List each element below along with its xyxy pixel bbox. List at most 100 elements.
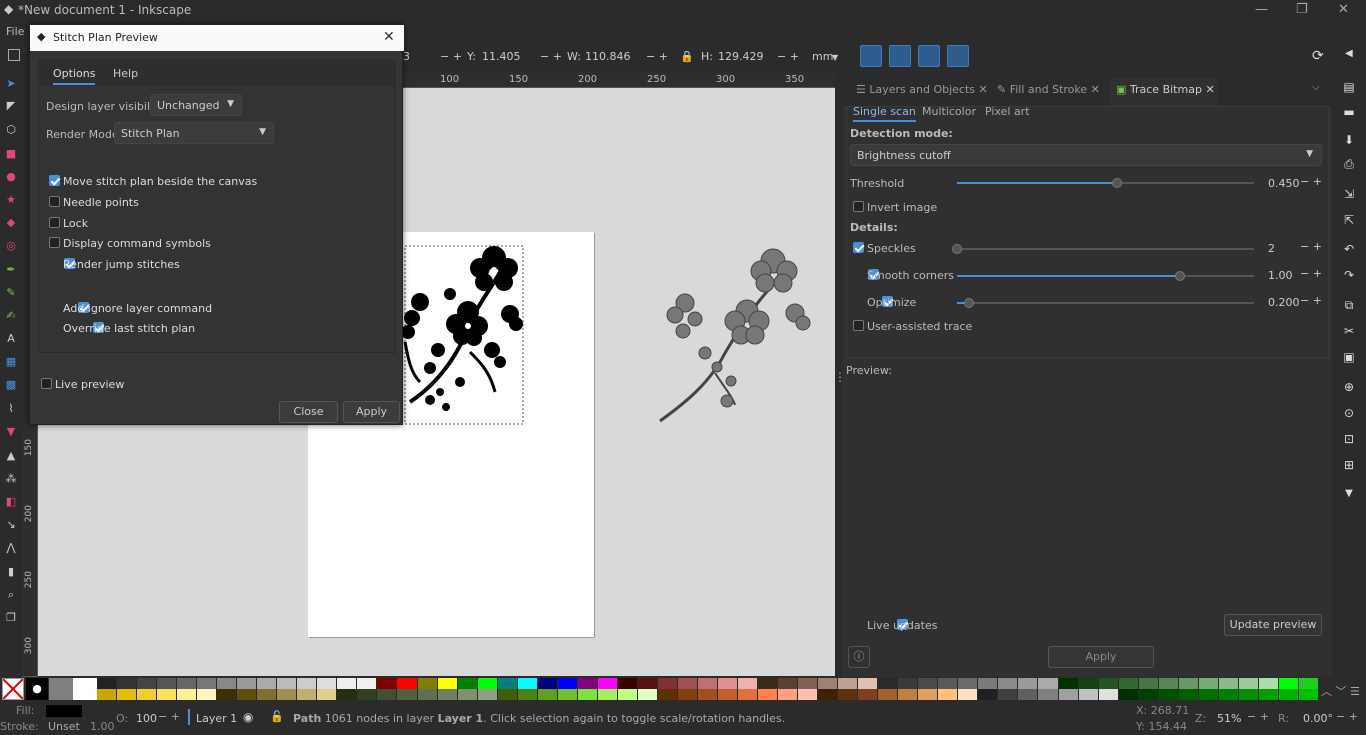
minimize-icon[interactable]: — <box>1255 2 1268 17</box>
color-swatch[interactable] <box>1158 689 1179 700</box>
color-swatch[interactable] <box>1198 689 1219 700</box>
gray-swatch[interactable] <box>49 678 73 700</box>
color-swatch[interactable] <box>1038 678 1059 689</box>
color-swatch[interactable] <box>978 678 999 689</box>
lock-layer-icon[interactable]: 🔓 <box>270 710 284 723</box>
color-swatch[interactable] <box>417 689 438 700</box>
measure-tool-icon[interactable]: ▮ <box>3 564 19 580</box>
color-swatch[interactable] <box>397 689 418 700</box>
color-swatch[interactable] <box>237 678 258 689</box>
lpe-tool-icon[interactable]: ⋀ <box>3 540 19 556</box>
slider-knob[interactable] <box>952 244 962 254</box>
color-swatch[interactable] <box>898 689 919 700</box>
needle-points-checkbox[interactable] <box>49 196 60 207</box>
color-swatch[interactable] <box>377 678 398 689</box>
rectangle-tool-icon[interactable]: ■ <box>3 146 19 162</box>
color-swatch[interactable] <box>477 678 498 689</box>
color-swatch[interactable] <box>277 689 298 700</box>
color-swatch[interactable] <box>657 678 678 689</box>
color-swatch[interactable] <box>137 678 158 689</box>
color-swatch[interactable] <box>1018 678 1039 689</box>
stroke-value[interactable]: Unset <box>48 720 80 733</box>
color-swatch[interactable] <box>117 689 138 700</box>
color-swatch[interactable] <box>838 689 859 700</box>
color-swatch[interactable] <box>998 678 1019 689</box>
rotation-input[interactable]: 0.00° <box>1303 712 1333 725</box>
menu-file[interactable]: File <box>6 25 24 38</box>
no-paint-swatch[interactable] <box>2 678 24 700</box>
color-swatch[interactable] <box>397 678 418 689</box>
lock-checkbox[interactable] <box>49 217 60 228</box>
h-stepper[interactable]: − + <box>777 50 799 63</box>
color-swatch[interactable] <box>257 689 278 700</box>
w-input[interactable]: 110.846 <box>585 50 631 63</box>
rotation-stepper[interactable]: − + <box>1336 710 1358 723</box>
color-swatch[interactable] <box>918 678 939 689</box>
color-swatch[interactable] <box>758 689 779 700</box>
y-stepper[interactable]: − + <box>540 50 562 63</box>
close-icon[interactable]: ✕ <box>383 29 395 45</box>
info-icon[interactable]: ⓘ <box>848 646 870 668</box>
black-swatch[interactable]: ● <box>26 678 48 700</box>
new-document-icon[interactable]: ▤ <box>1338 80 1360 100</box>
zoom-input[interactable]: 51% <box>1217 712 1241 725</box>
color-swatch[interactable] <box>697 689 718 700</box>
print-icon[interactable]: ⎙ <box>1338 157 1360 177</box>
design-layer-select[interactable]: Unchanged ▼ <box>150 94 242 116</box>
unit-select[interactable]: mm <box>812 50 833 63</box>
color-swatch[interactable] <box>197 689 218 700</box>
color-swatch[interactable] <box>617 689 638 700</box>
color-swatch[interactable] <box>177 678 198 689</box>
color-swatch[interactable] <box>1038 689 1059 700</box>
color-swatch[interactable] <box>577 689 598 700</box>
color-swatch[interactable] <box>1118 678 1139 689</box>
color-swatch[interactable] <box>978 689 999 700</box>
optimize-slider[interactable] <box>957 298 1254 308</box>
color-swatch[interactable] <box>1278 678 1299 689</box>
user-assisted-checkbox[interactable] <box>853 320 864 331</box>
color-swatch[interactable] <box>1258 689 1279 700</box>
current-layer[interactable]: Layer 1 <box>196 712 237 725</box>
threshold-slider[interactable] <box>957 178 1254 188</box>
color-swatch[interactable] <box>1058 678 1079 689</box>
color-swatch[interactable] <box>758 678 779 689</box>
maximize-icon[interactable]: ❐ <box>1296 2 1308 17</box>
color-swatch[interactable] <box>938 678 959 689</box>
color-swatch[interactable] <box>677 678 698 689</box>
eye-icon[interactable]: ◉ <box>243 710 253 724</box>
color-swatch[interactable] <box>818 689 839 700</box>
move-beside-checkbox[interactable] <box>49 175 60 186</box>
dock-menu-icon[interactable]: ⌵ <box>1312 82 1320 93</box>
mesh-tool-icon[interactable]: ▩ <box>3 377 19 393</box>
color-swatch[interactable] <box>317 678 338 689</box>
tab-options[interactable]: Options <box>53 67 96 85</box>
color-swatch[interactable] <box>1138 678 1159 689</box>
zoom-drawing-icon[interactable]: ⊙ <box>1338 406 1360 426</box>
color-swatch[interactable] <box>137 689 158 700</box>
color-swatch[interactable] <box>97 689 118 700</box>
color-swatch[interactable] <box>597 678 618 689</box>
color-swatch[interactable] <box>157 689 178 700</box>
3dbox-tool-icon[interactable]: ◆ <box>3 215 19 231</box>
color-swatch[interactable] <box>677 689 698 700</box>
x-value[interactable]: 3 <box>403 50 410 63</box>
color-swatch[interactable] <box>898 678 919 689</box>
color-swatch[interactable] <box>177 689 198 700</box>
color-swatch[interactable] <box>778 689 799 700</box>
render-mode-select[interactable]: Stitch Plan ▼ <box>114 122 274 144</box>
paste-icon[interactable]: ▣ <box>1338 350 1360 370</box>
close-window-icon[interactable]: ✕ <box>1338 2 1349 17</box>
snap-menu-icon[interactable]: ◀ <box>1345 48 1353 59</box>
color-swatch[interactable] <box>878 689 899 700</box>
threshold-stepper[interactable]: − + <box>1300 175 1322 188</box>
palette-scroll-icon[interactable]: ︿ ﹀ ☰ <box>1321 683 1360 699</box>
calligraphy-tool-icon[interactable]: ✍ <box>3 308 19 324</box>
zoom-fit-icon[interactable]: ⊞ <box>1338 458 1360 478</box>
color-swatch[interactable] <box>938 689 959 700</box>
transform-corners-button[interactable] <box>889 45 911 67</box>
color-swatch[interactable] <box>1298 689 1319 700</box>
import-icon[interactable]: ⇲ <box>1338 187 1360 207</box>
color-swatch[interactable] <box>97 678 118 689</box>
color-swatch[interactable] <box>798 678 819 689</box>
color-swatch[interactable] <box>838 678 859 689</box>
